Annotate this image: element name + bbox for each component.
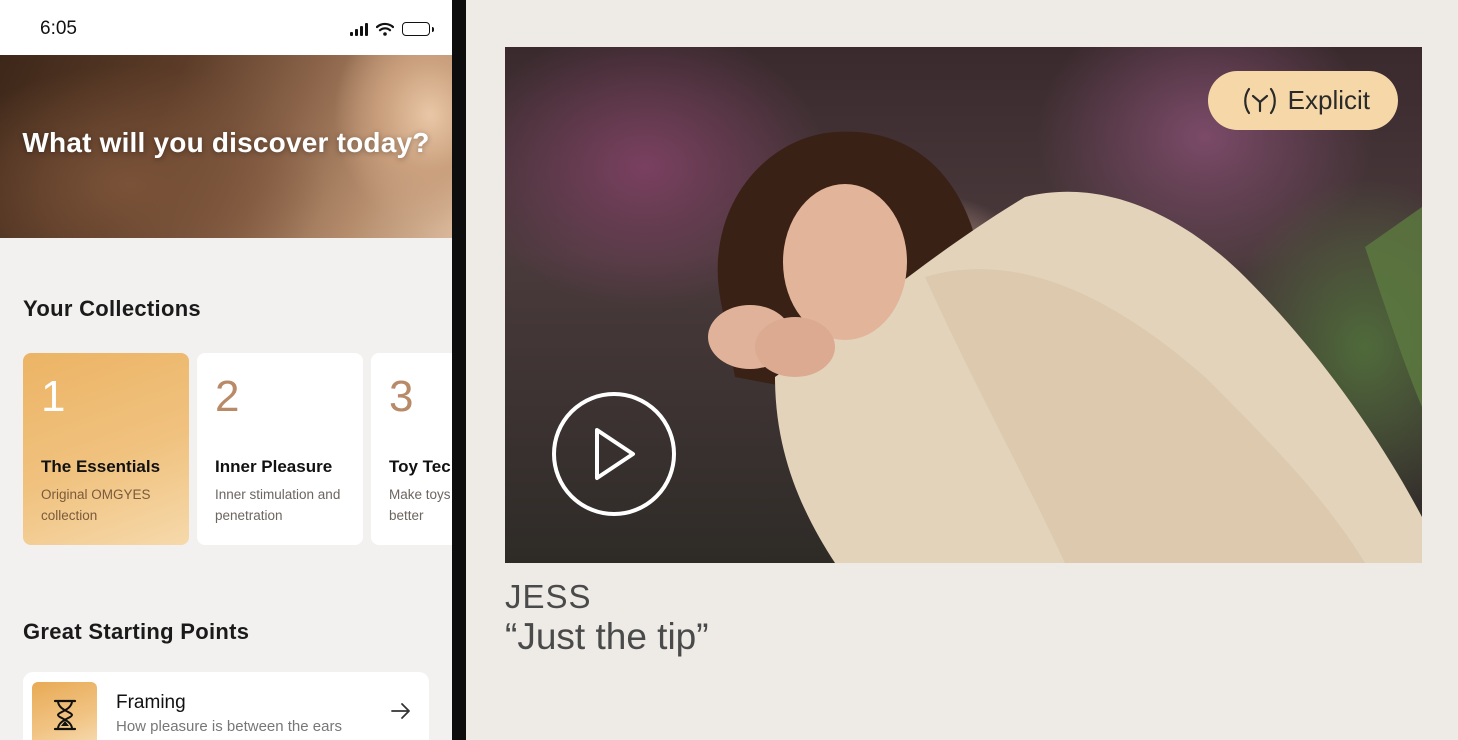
card-description: Make toys better [389,487,451,523]
collection-card-1[interactable]: 1 The Essentials Original OMGYES collect… [23,353,189,545]
mobile-app-screen: 6:05 What will you discover today? Your … [0,0,452,740]
status-bar: 6:05 [0,0,452,55]
explicit-icon [1243,87,1276,114]
collections-heading: Your Collections [23,296,201,321]
card-title: The Essentials [41,457,161,476]
starting-point-description: How pleasure is between the ears [116,718,342,735]
card-number: 3 [389,372,414,421]
play-icon [595,428,635,480]
cellular-signal-icon [350,22,368,36]
hourglass-icon [32,682,97,740]
collection-card-3[interactable]: 3 Toy Tec Make toys better [371,353,452,545]
card-title: Inner Pleasure [215,457,333,476]
video-thumbnail[interactable]: Explicit [505,47,1422,563]
battery-icon [402,22,434,36]
card-number: 1 [41,372,66,421]
card-number: 2 [215,372,240,421]
play-button[interactable] [552,392,676,516]
video-caption-name: JESS [505,578,592,615]
wifi-icon [376,22,394,36]
status-time: 6:05 [40,18,77,39]
video-panel: Explicit JESS “Just the tip” [466,0,1458,740]
video-caption-quote: “Just the tip” [505,616,709,657]
panel-divider [452,0,466,740]
arrow-right-icon[interactable] [391,702,411,720]
explicit-badge-label: Explicit [1287,85,1370,115]
starting-point-item-framing[interactable]: Framing How pleasure is between the ears [23,672,429,740]
hero-title: What will you discover today? [22,127,430,158]
card-title: Toy Tec [389,457,451,476]
starting-points-heading: Great Starting Points [23,619,250,644]
status-icons [350,20,434,36]
collections-carousel[interactable]: 1 The Essentials Original OMGYES collect… [23,353,452,545]
card-description: Inner stimulation and penetration [215,487,341,523]
hero-banner: What will you discover today? [0,55,452,238]
collection-card-2[interactable]: 2 Inner Pleasure Inner stimulation and p… [197,353,363,545]
explicit-badge: Explicit [1207,71,1398,130]
starting-point-title: Framing [116,692,186,713]
card-description: Original OMGYES collection [41,487,151,523]
